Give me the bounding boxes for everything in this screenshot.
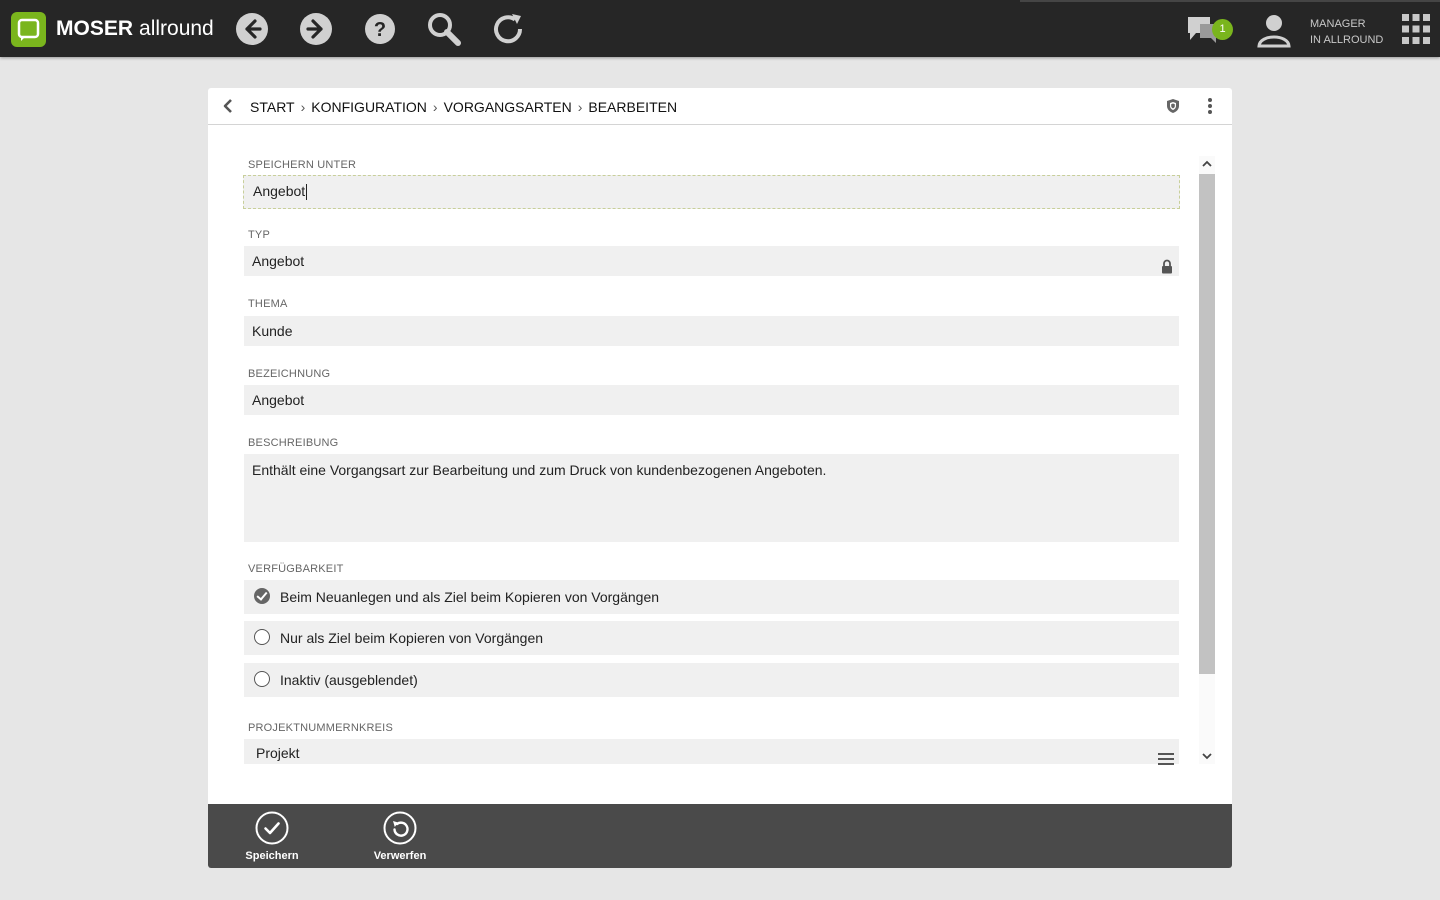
thema-label: THEMA: [248, 298, 288, 310]
list-menu-icon[interactable]: [1158, 747, 1174, 765]
breadcrumb: START › KONFIGURATION › VORGANGSARTEN › BEARBE…: [250, 99, 677, 115]
edit-panel: START › KONFIGURATION › VORGANGSARTEN › BEARBE…: [208, 88, 1232, 868]
typ-label: TYP: [248, 229, 270, 241]
breadcrumb-item-bearbeiten: BEARBEITEN: [588, 99, 678, 115]
save-label: Speichern: [245, 850, 299, 862]
top-rail: [1020, 0, 1440, 2]
svg-text:?: ?: [374, 19, 386, 41]
projektnummernkreis-label: PROJEKTNUMMERNKREIS: [248, 722, 393, 734]
speichern-unter-label: SPEICHERN UNTER: [248, 159, 357, 171]
radio-label: Beim Neuanlegen und als Ziel beim Kopier…: [280, 589, 660, 605]
radio-unchecked-icon[interactable]: [254, 629, 270, 645]
thema-value: Kunde: [252, 323, 293, 339]
check-circle-icon: [255, 811, 289, 845]
scrollbar[interactable]: [1199, 156, 1215, 764]
beschreibung-textarea[interactable]: Enthält eine Vorgangsart zur Bearbeitung…: [244, 454, 1179, 542]
breadcrumb-separator: ›: [577, 99, 583, 115]
thema-input[interactable]: Kunde: [244, 316, 1179, 346]
user-avatar-icon[interactable]: [1256, 12, 1292, 48]
search-icon[interactable]: [425, 10, 463, 48]
chevron-left-icon[interactable]: [222, 98, 234, 114]
bezeichnung-input[interactable]: Angebot: [244, 385, 1179, 415]
breadcrumb-item-konfiguration[interactable]: KONFIGURATION: [311, 99, 427, 115]
breadcrumb-bar: START › KONFIGURATION › VORGANGSARTEN › BEARBE…: [208, 88, 1232, 125]
typ-field: Angebot: [244, 246, 1179, 276]
radio-label: Nur als Ziel beim Kopieren von Vorgängen: [280, 630, 544, 646]
brand-name: MOSER allround: [56, 17, 214, 40]
scrollbar-thumb[interactable]: [1199, 174, 1215, 674]
radio-unchecked-icon[interactable]: [254, 671, 270, 687]
top-bar: MOSER allround ? 1 MANAGER IN ALLROUND: [0, 0, 1440, 57]
back-arrow-icon[interactable]: [233, 10, 271, 48]
user-role-line1: MANAGER: [1310, 18, 1366, 30]
refresh-icon[interactable]: [489, 10, 527, 48]
radio-option-neuanlegen[interactable]: Beim Neuanlegen und als Ziel beim Kopier…: [244, 580, 1179, 614]
breadcrumb-item-vorgangsarten[interactable]: VORGANGSARTEN: [444, 99, 572, 115]
save-button[interactable]: Speichern: [242, 810, 302, 866]
chevron-up-icon[interactable]: [1199, 156, 1215, 172]
shield-icon[interactable]: [1166, 98, 1180, 114]
beschreibung-label: BESCHREIBUNG: [248, 437, 339, 449]
bezeichnung-value: Angebot: [252, 392, 305, 408]
radio-label: Inaktiv (ausgeblendet): [280, 672, 418, 688]
breadcrumb-separator: ›: [300, 99, 306, 115]
help-icon[interactable]: ?: [361, 10, 399, 48]
radio-option-inaktiv[interactable]: Inaktiv (ausgeblendet): [244, 663, 1179, 697]
lock-icon: [1161, 254, 1173, 274]
discard-button[interactable]: Verwerfen: [370, 810, 430, 866]
projektnummernkreis-select[interactable]: Projekt: [244, 739, 1179, 765]
verfuegbarkeit-label: VERFÜGBARKEIT: [248, 563, 344, 575]
forward-arrow-icon[interactable]: [297, 10, 335, 48]
beschreibung-value: Enthält eine Vorgangsart zur Bearbeitung…: [252, 462, 827, 478]
chevron-down-icon[interactable]: [1199, 748, 1215, 764]
apps-grid-icon[interactable]: [1402, 14, 1430, 44]
radio-checked-icon[interactable]: [254, 588, 270, 604]
breadcrumb-separator: ›: [432, 99, 438, 115]
speichern-unter-input[interactable]: Angebot: [243, 175, 1180, 209]
action-bar: Speichern Verwerfen: [208, 804, 1232, 868]
chat-badge: 1: [1212, 19, 1233, 40]
bezeichnung-label: BEZEICHNUNG: [248, 368, 331, 380]
projektnummernkreis-value: Projekt: [256, 745, 300, 761]
more-vertical-icon[interactable]: [1206, 97, 1214, 115]
discard-label: Verwerfen: [373, 850, 427, 862]
breadcrumb-item-start[interactable]: START: [250, 99, 295, 115]
speichern-unter-value: Angebot: [253, 183, 306, 199]
radio-option-nur-ziel[interactable]: Nur als Ziel beim Kopieren von Vorgängen: [244, 621, 1179, 655]
undo-circle-icon: [383, 811, 417, 845]
user-role[interactable]: MANAGER IN ALLROUND: [1310, 16, 1383, 48]
app-logo-icon[interactable]: [11, 12, 46, 47]
user-role-line2: IN ALLROUND: [1310, 34, 1384, 46]
typ-value: Angebot: [252, 253, 305, 269]
text-caret: [306, 184, 308, 201]
